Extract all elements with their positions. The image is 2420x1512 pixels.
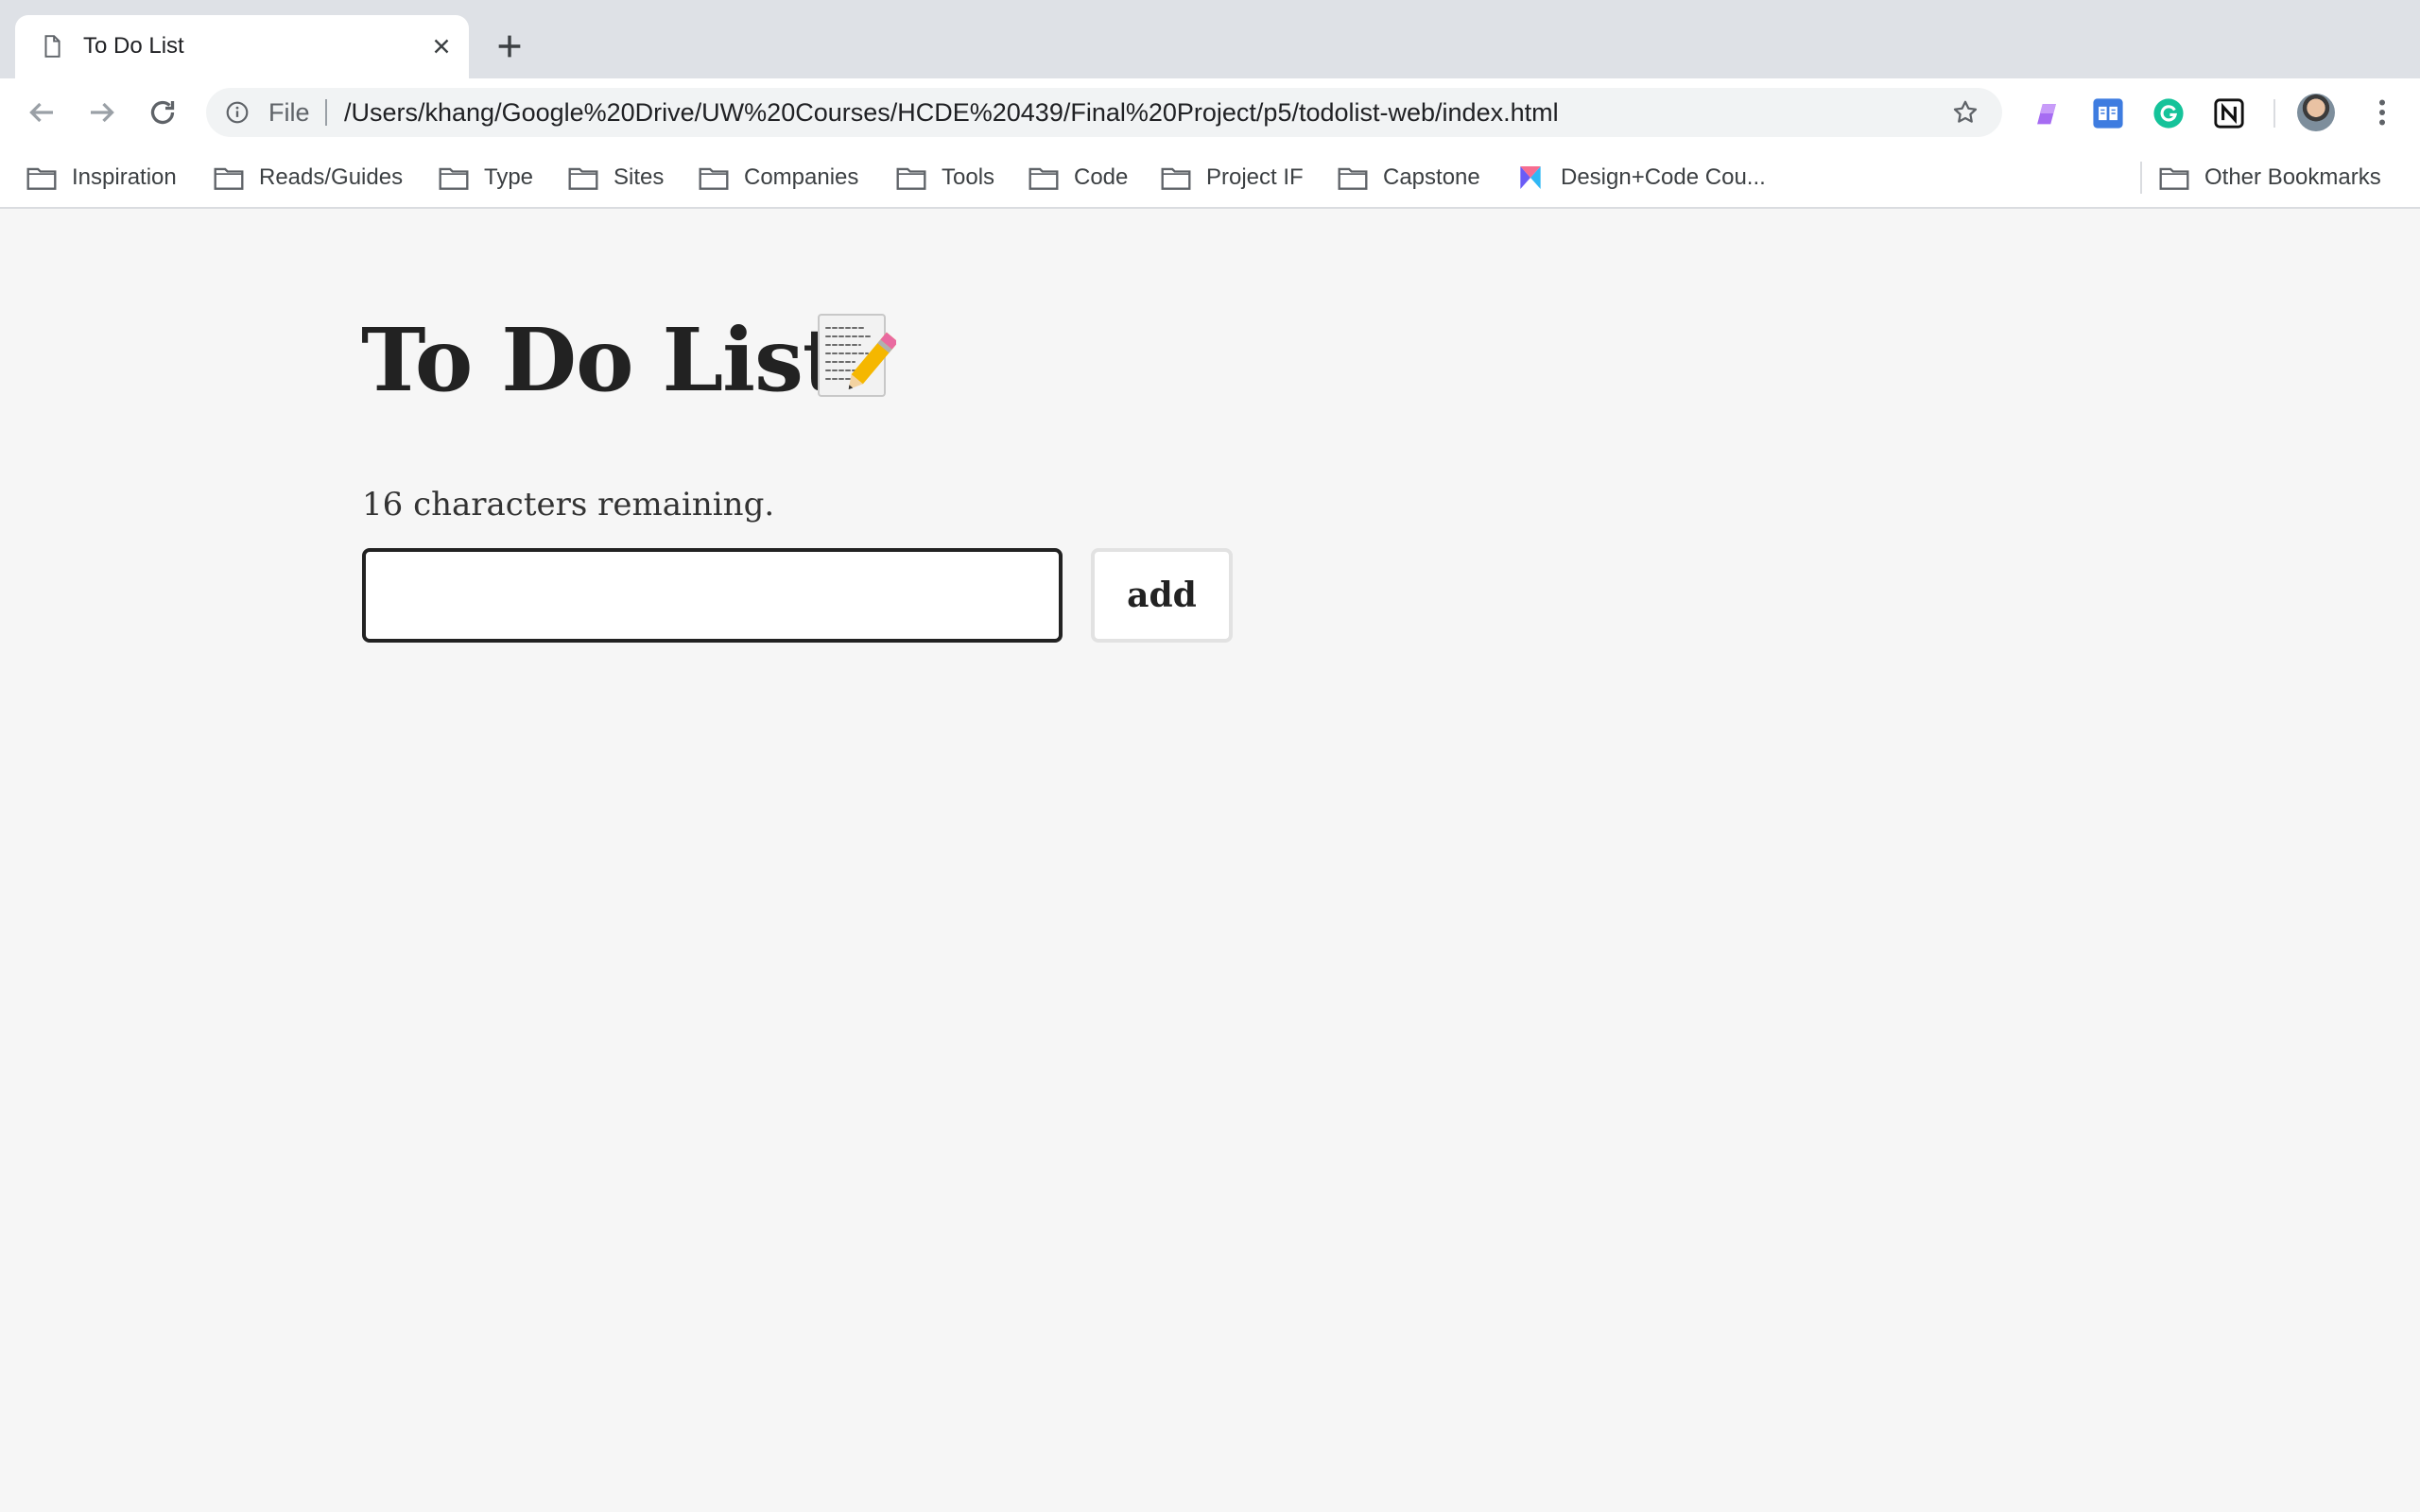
grammarly-extension-icon[interactable]	[2152, 97, 2185, 129]
bookmark-label: Companies	[744, 164, 859, 190]
profile-avatar[interactable]	[2297, 94, 2335, 131]
bookmark-label: Design+Code Cou...	[1561, 164, 1766, 190]
bookmark-label: Code	[1074, 164, 1129, 190]
folder-icon	[1338, 167, 1368, 190]
bookmark-folder-project-if[interactable]: Project IF	[1161, 146, 1304, 209]
notion-extension-icon[interactable]	[2213, 97, 2245, 129]
browser-tab[interactable]: To Do List	[15, 15, 469, 78]
bookmark-label: Reads/Guides	[259, 164, 404, 190]
design-code-logo-icon	[1520, 166, 1541, 189]
folder-icon	[1028, 167, 1059, 190]
bookmark-folder-other[interactable]: Other Bookmarks	[2159, 146, 2381, 209]
reload-icon[interactable]	[146, 95, 180, 129]
bookmark-folder-companies[interactable]: Companies	[699, 146, 858, 209]
folder-icon	[896, 167, 926, 190]
folder-icon	[439, 167, 469, 190]
page-content: To Do List 16 characters remaining. add	[0, 209, 2420, 1512]
folder-icon	[568, 167, 598, 190]
page-title: To Do List	[361, 309, 842, 411]
folder-icon	[1161, 167, 1191, 190]
more-menu-icon[interactable]	[2365, 95, 2399, 129]
page-icon	[44, 35, 60, 58]
folder-icon	[699, 167, 729, 190]
memo-icon	[818, 314, 896, 397]
todo-input[interactable]	[362, 548, 1063, 643]
close-icon[interactable]	[429, 34, 454, 59]
bookmark-folder-sites[interactable]: Sites	[568, 146, 664, 209]
forward-icon[interactable]	[85, 95, 119, 129]
tab-title: To Do List	[83, 33, 184, 59]
bookmark-label: Project IF	[1206, 164, 1304, 190]
new-tab-icon[interactable]	[493, 30, 526, 62]
characters-remaining-text: 16 characters remaining.	[362, 486, 775, 524]
folder-icon	[214, 167, 244, 190]
bookmarks-divider	[2140, 162, 2142, 194]
bookmarks-bar: Inspiration Reads/Guides Type Sites Comp…	[0, 146, 2420, 209]
browser-tabstrip: To Do List	[0, 0, 2420, 78]
toolbar-divider	[2273, 99, 2275, 128]
back-icon[interactable]	[25, 95, 59, 129]
folder-icon	[26, 167, 57, 190]
bookmark-folder-inspiration[interactable]: Inspiration	[26, 146, 177, 209]
folder-icon	[2159, 167, 2189, 190]
bookmark-label: Other Bookmarks	[2204, 164, 2381, 190]
bookmark-star-icon[interactable]	[1951, 98, 1979, 127]
color-picker-extension-icon[interactable]	[2031, 97, 2063, 129]
omnibox-divider	[325, 99, 327, 126]
add-button[interactable]: add	[1091, 548, 1233, 643]
bookmark-folder-reads-guides[interactable]: Reads/Guides	[214, 146, 403, 209]
bookmark-folder-capstone[interactable]: Capstone	[1338, 146, 1480, 209]
address-bar[interactable]: File /Users/khang/Google%20Drive/UW%20Co…	[206, 88, 2002, 137]
bookmark-folder-tools[interactable]: Tools	[896, 146, 994, 209]
url-text[interactable]: /Users/khang/Google%20Drive/UW%20Courses…	[344, 97, 1559, 128]
bookmark-label: Type	[484, 164, 534, 190]
bookmark-folder-code[interactable]: Code	[1028, 146, 1128, 209]
bookmark-label: Sites	[614, 164, 665, 190]
bookmark-label: Tools	[942, 164, 995, 190]
info-icon[interactable]	[225, 100, 250, 125]
reader-extension-icon[interactable]	[2092, 97, 2124, 129]
bookmark-label: Capstone	[1383, 164, 1480, 190]
url-scheme-label: File	[268, 98, 310, 127]
browser-toolbar: File /Users/khang/Google%20Drive/UW%20Co…	[0, 78, 2420, 146]
bookmark-design-code[interactable]: Design+Code Cou...	[1515, 146, 1766, 209]
bookmark-label: Inspiration	[72, 164, 177, 190]
bookmark-folder-type[interactable]: Type	[439, 146, 533, 209]
